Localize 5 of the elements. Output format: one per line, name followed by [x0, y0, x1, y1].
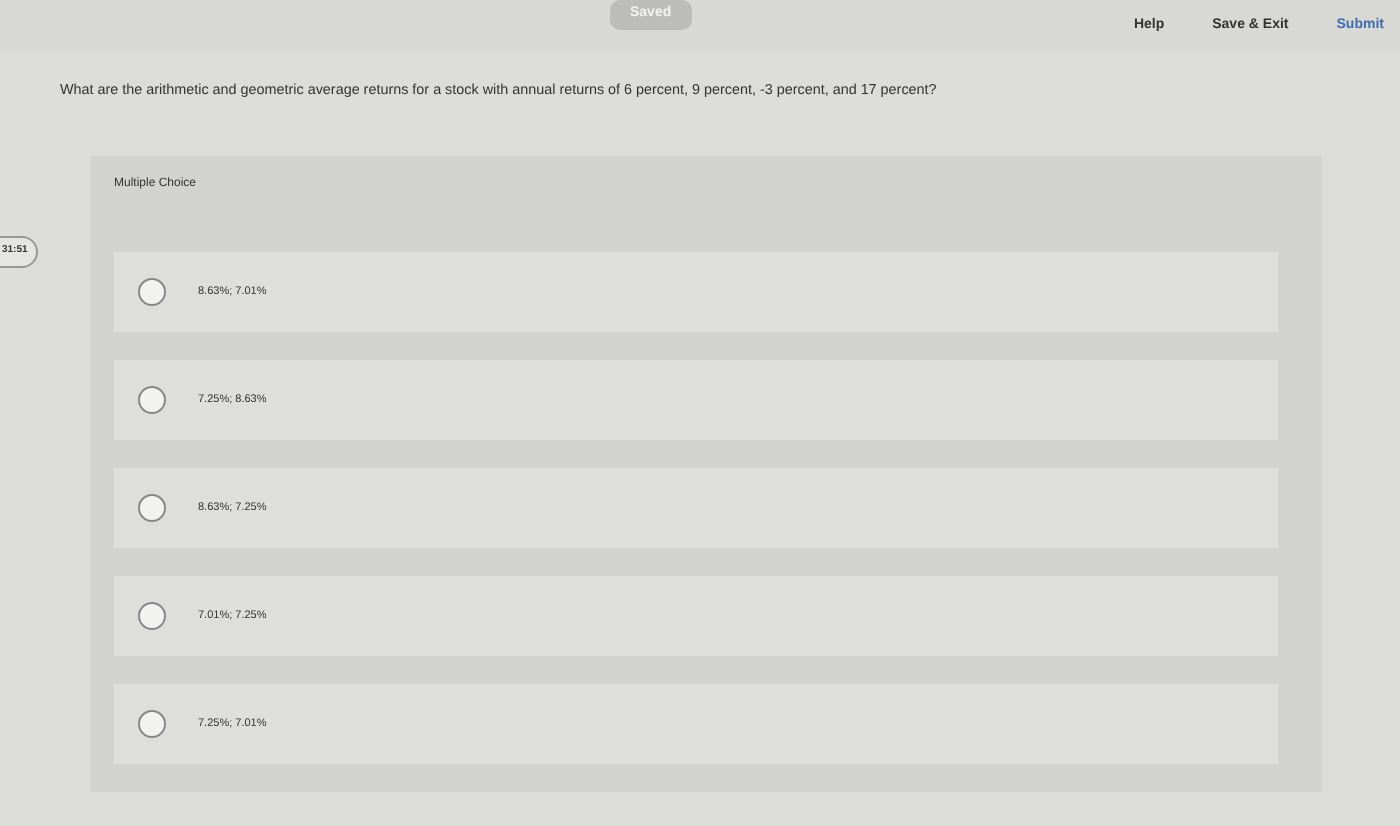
radio-button[interactable] [138, 278, 166, 306]
radio-button[interactable] [138, 494, 166, 522]
radio-button[interactable] [138, 710, 166, 738]
radio-button[interactable] [138, 602, 166, 630]
radio-button[interactable] [138, 386, 166, 414]
